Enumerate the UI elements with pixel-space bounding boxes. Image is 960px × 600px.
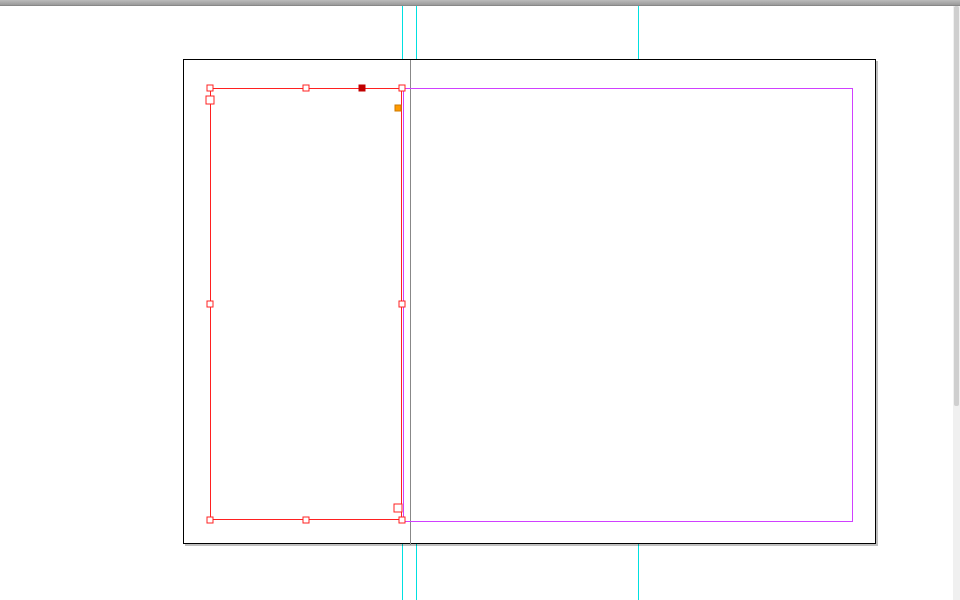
selection-handle-corner[interactable] (399, 85, 406, 92)
selection-handle-mid[interactable] (303, 517, 310, 524)
selection-handle-mid[interactable] (399, 301, 406, 308)
layout-frame[interactable] (403, 88, 853, 522)
document-canvas[interactable] (0, 6, 960, 600)
vertical-scrollbar[interactable] (953, 6, 960, 600)
selection-handle-outport-large[interactable] (394, 504, 403, 513)
selection-handle-bleed-flag[interactable] (359, 85, 366, 92)
selection-handle-outport[interactable] (395, 105, 402, 112)
selection-handle-inport[interactable] (206, 96, 215, 105)
selected-text-frame[interactable] (210, 88, 402, 520)
selection-handle-corner[interactable] (207, 85, 214, 92)
selection-handle-mid[interactable] (303, 85, 310, 92)
selection-handle-corner[interactable] (399, 517, 406, 524)
scrollbar-thumb[interactable] (954, 6, 959, 406)
selection-handle-mid[interactable] (207, 301, 214, 308)
selection-handle-corner[interactable] (207, 517, 214, 524)
